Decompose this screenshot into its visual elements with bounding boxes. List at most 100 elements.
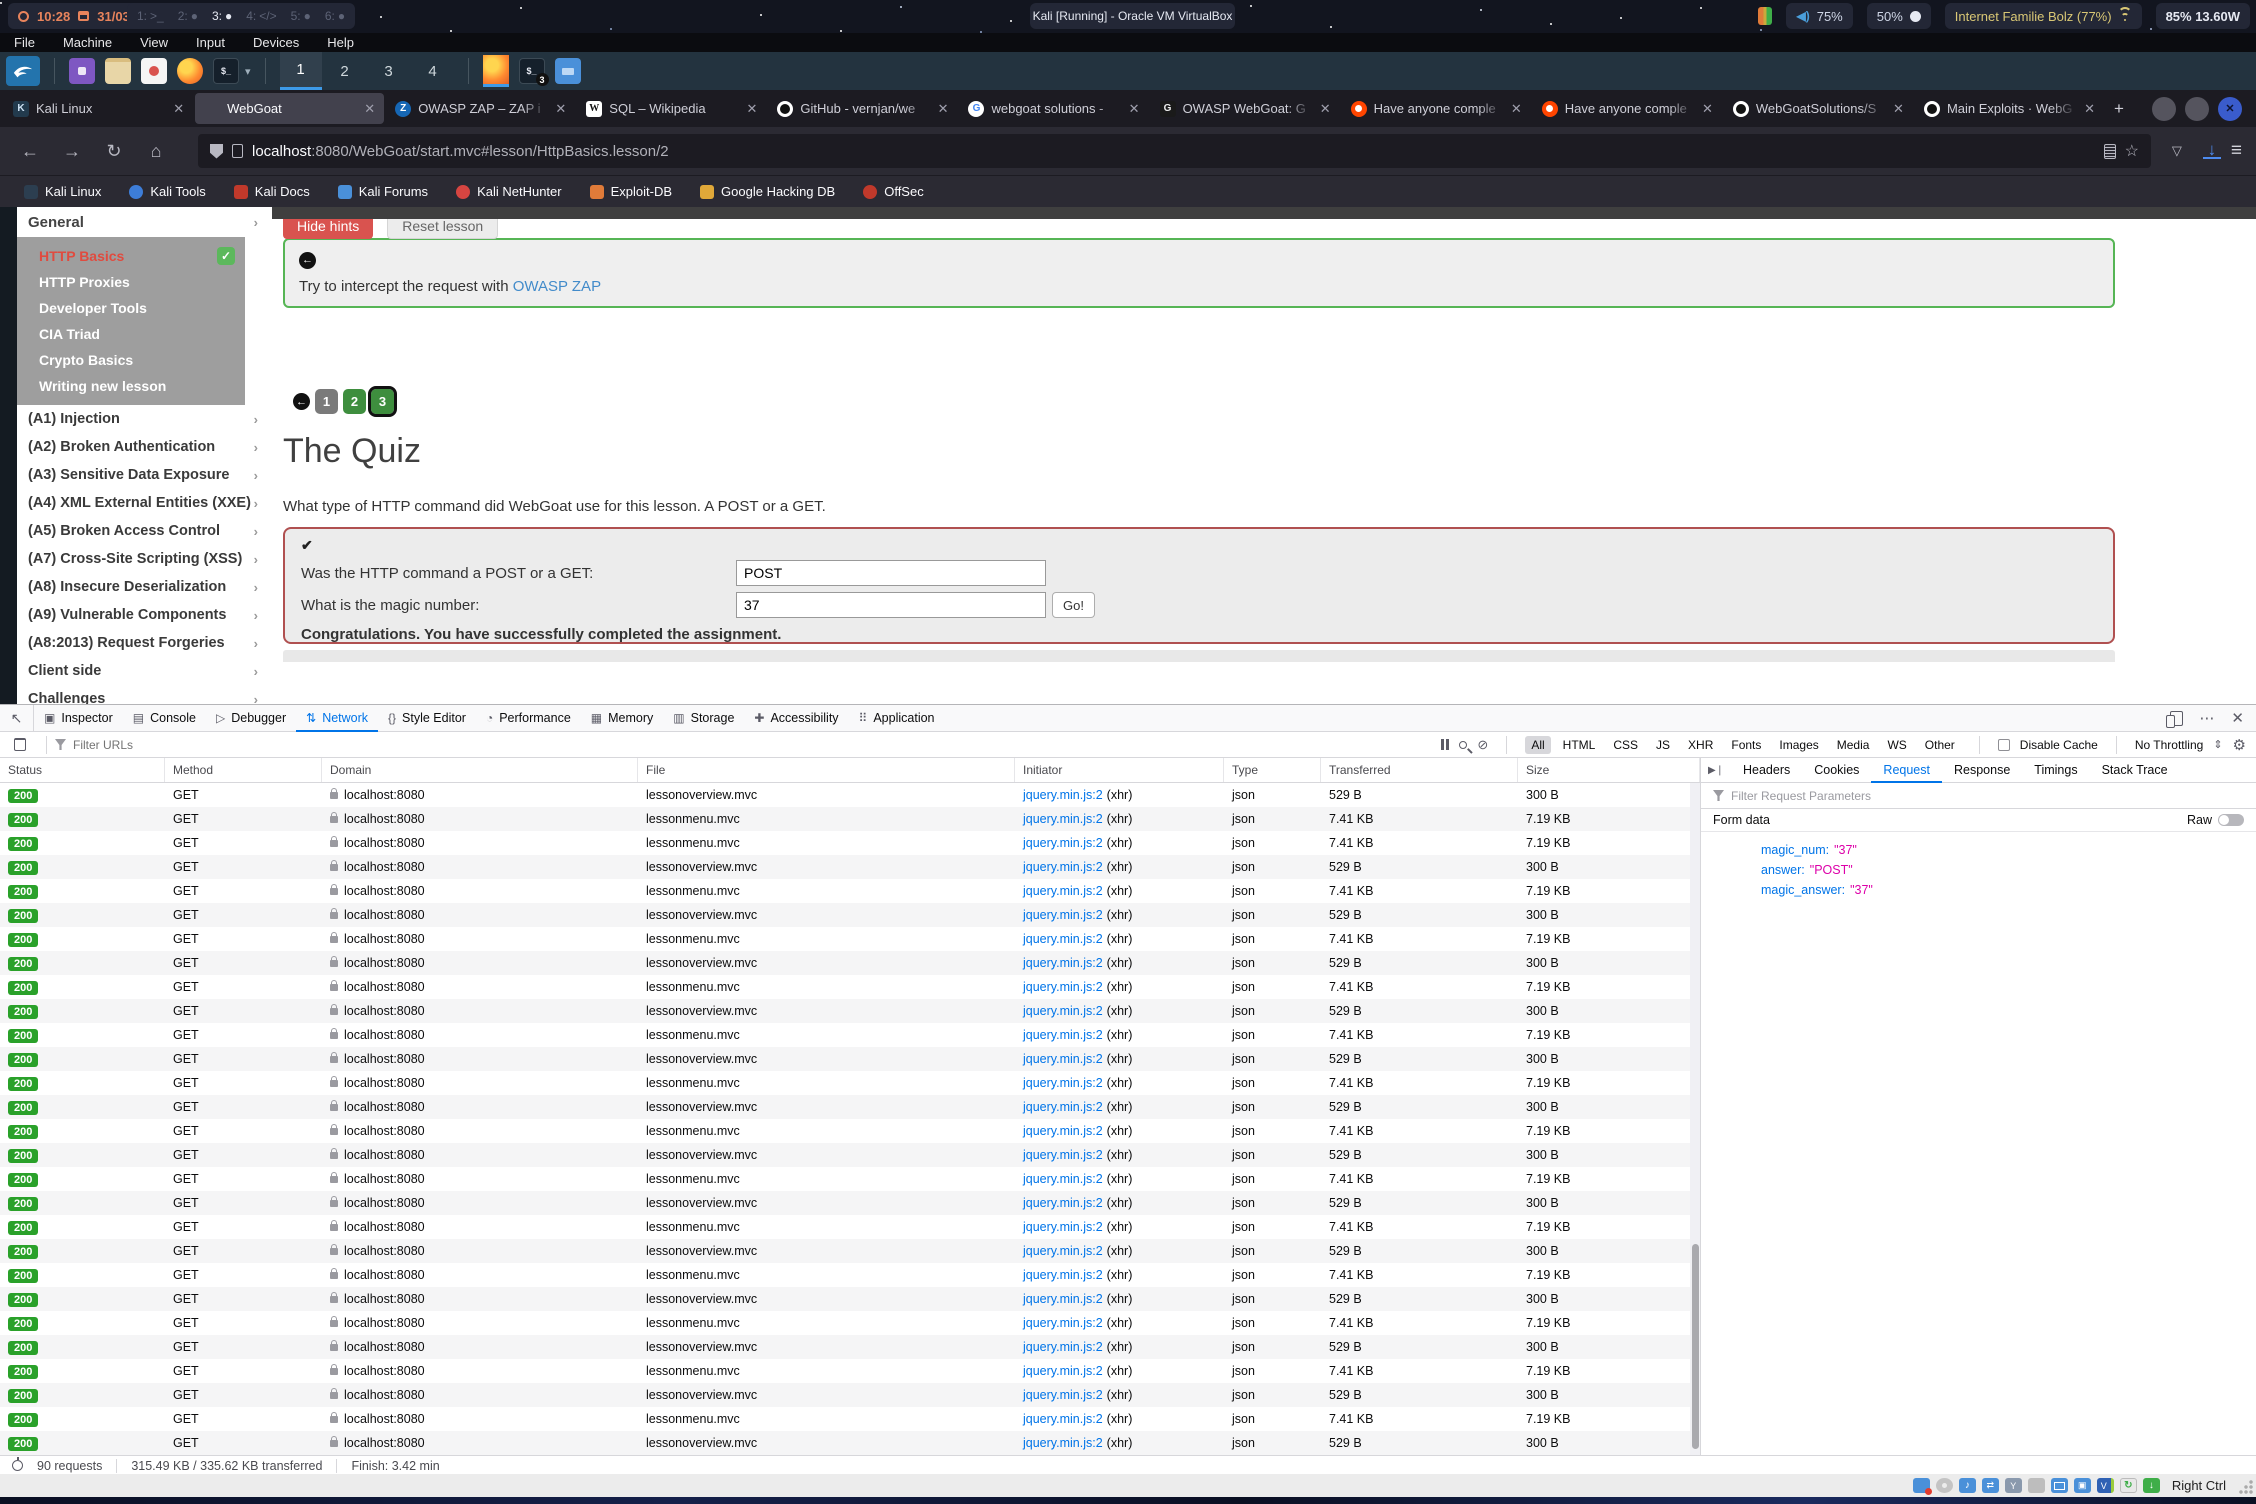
block-icon[interactable]: ⊘ <box>1477 737 1488 753</box>
table-row[interactable]: 200 GET localhost:8080 lessonoverview.mv… <box>0 903 1690 927</box>
devtool-tab[interactable]: Accessibility <box>744 705 848 732</box>
devtool-tab[interactable]: Memory <box>581 705 664 732</box>
bookmark-item[interactable]: Kali Docs <box>234 184 310 199</box>
sidebar-category[interactable]: (A3) Sensitive Data Exposure › <box>17 461 272 489</box>
extension-shield-icon[interactable]: ▽ <box>2161 143 2193 159</box>
col-file[interactable]: File <box>638 758 1015 782</box>
lesson-item[interactable]: CIA Triad ✓ <box>17 321 245 347</box>
maximize-button[interactable] <box>2185 97 2209 121</box>
filter-params-input[interactable]: Filter Request Parameters <box>1701 783 2256 809</box>
chevron-down-icon[interactable]: ▾ <box>245 65 251 78</box>
page-button[interactable]: 3 <box>371 389 394 414</box>
sidebar-category[interactable]: (A1) Injection › <box>17 405 272 433</box>
network-icon[interactable] <box>1982 1478 1999 1493</box>
hdd-icon[interactable] <box>1913 1478 1930 1493</box>
table-row[interactable]: 200 GET localhost:8080 lessonmenu.mvc jq… <box>0 1023 1690 1047</box>
workspace-item[interactable]: 3:● <box>212 9 232 23</box>
new-tab-button[interactable]: + <box>2104 99 2134 119</box>
hint-prev-icon[interactable]: ← <box>299 252 316 269</box>
tracking-shield-icon[interactable] <box>210 144 223 159</box>
tab-close-icon[interactable]: ✕ <box>1893 101 1904 117</box>
bookmark-item[interactable]: Google Hacking DB <box>700 184 835 199</box>
home-button[interactable]: ⌂ <box>140 141 172 162</box>
sidebar-category[interactable]: (A7) Cross-Site Scripting (XSS) › <box>17 545 272 573</box>
audio-icon[interactable] <box>1959 1478 1976 1493</box>
browser-tab[interactable]: GitHub - vernjan/we ✕ <box>768 93 957 124</box>
sidebar-item-general[interactable]: General › <box>17 207 272 237</box>
filter-urls-input[interactable]: Filter URLs <box>73 738 133 752</box>
table-row[interactable]: 200 GET localhost:8080 lessonmenu.mvc jq… <box>0 807 1690 831</box>
workspace-button[interactable]: 3 <box>368 52 410 90</box>
browser-tab[interactable]: WebGoat ✕ <box>195 93 384 124</box>
initiator-link[interactable]: jquery.min.js:2 <box>1023 1028 1103 1042</box>
col-size[interactable]: Size <box>1518 758 1700 782</box>
workspace-item[interactable]: 2:● <box>178 9 198 23</box>
tab-close-icon[interactable]: ✕ <box>938 101 949 117</box>
workspace-button[interactable]: 2 <box>324 52 366 90</box>
table-row[interactable]: 200 GET localhost:8080 lessonmenu.mvc jq… <box>0 1071 1690 1095</box>
tab-close-icon[interactable]: ✕ <box>555 101 566 117</box>
type-filter-pill[interactable]: CSS <box>1607 736 1644 754</box>
tab-close-icon[interactable]: ✕ <box>1702 101 1713 117</box>
tab-close-icon[interactable]: ✕ <box>1129 101 1140 117</box>
page-back-icon[interactable]: ← <box>293 393 310 410</box>
initiator-link[interactable]: jquery.min.js:2 <box>1023 1220 1103 1234</box>
throttling-dropdown[interactable]: No Throttling <box>2135 738 2203 752</box>
table-row[interactable]: 200 GET localhost:8080 lessonoverview.mv… <box>0 1047 1690 1071</box>
bookmark-star-icon[interactable]: ☆ <box>2125 141 2139 161</box>
initiator-link[interactable]: jquery.min.js:2 <box>1023 788 1103 802</box>
initiator-link[interactable]: jquery.min.js:2 <box>1023 1340 1103 1354</box>
initiator-link[interactable]: jquery.min.js:2 <box>1023 932 1103 946</box>
devtool-tab[interactable]: Debugger <box>206 705 296 732</box>
go-button[interactable]: Go! <box>1052 592 1095 618</box>
tab-close-icon[interactable]: ✕ <box>2084 101 2095 117</box>
lesson-item[interactable]: HTTP Basics ✓ <box>17 243 245 269</box>
disable-cache-label[interactable]: Disable Cache <box>2020 738 2098 752</box>
kali-menu-button[interactable] <box>6 56 40 86</box>
table-row[interactable]: 200 GET localhost:8080 lessonoverview.mv… <box>0 1143 1690 1167</box>
browser-tab[interactable]: OWASP WebGoat: G ✕ <box>1151 93 1340 124</box>
initiator-link[interactable]: jquery.min.js:2 <box>1023 1292 1103 1306</box>
initiator-link[interactable]: jquery.min.js:2 <box>1023 1004 1103 1018</box>
devtools-menu-icon[interactable]: ⋯ <box>2199 709 2215 727</box>
detail-tab[interactable]: Cookies <box>1802 758 1871 783</box>
type-filter-pill[interactable]: Images <box>1773 736 1824 754</box>
devtool-tab[interactable]: Style Editor <box>378 705 476 732</box>
table-row[interactable]: 200 GET localhost:8080 lessonoverview.mv… <box>0 855 1690 879</box>
lesson-item[interactable]: Developer Tools ✓ <box>17 295 245 321</box>
sidebar-category[interactable]: (A9) Vulnerable Components › <box>17 601 272 629</box>
pause-icon[interactable] <box>1441 739 1449 750</box>
col-transferred[interactable]: Transferred <box>1321 758 1518 782</box>
table-row[interactable]: 200 GET localhost:8080 lessonoverview.mv… <box>0 1095 1690 1119</box>
fit-icon[interactable] <box>2143 1478 2160 1493</box>
initiator-link[interactable]: jquery.min.js:2 <box>1023 1412 1103 1426</box>
browser-tab[interactable]: webgoat solutions - ✕ <box>959 93 1148 124</box>
devtool-tab[interactable]: Inspector <box>34 705 123 732</box>
form-data-section[interactable]: Form data Raw <box>1701 809 2256 832</box>
sidebar-category[interactable]: Client side › <box>17 657 272 685</box>
form-param[interactable]: magic_answer:"37" <box>1761 880 2256 900</box>
display-icon[interactable] <box>2051 1478 2068 1493</box>
firefox-launcher-icon[interactable] <box>177 58 203 84</box>
initiator-link[interactable]: jquery.min.js:2 <box>1023 812 1103 826</box>
browser-tab[interactable]: Have anyone comple ✕ <box>1342 93 1531 124</box>
site-info-icon[interactable] <box>232 144 243 158</box>
initiator-link[interactable]: jquery.min.js:2 <box>1023 1436 1103 1450</box>
initiator-link[interactable]: jquery.min.js:2 <box>1023 1268 1103 1282</box>
tab-close-icon[interactable]: ✕ <box>1320 101 1331 117</box>
workspace-button[interactable]: 1 <box>280 52 322 90</box>
bookmark-item[interactable]: Kali Tools <box>129 184 205 199</box>
menu-item[interactable]: File <box>14 35 35 50</box>
menu-item[interactable]: Help <box>327 35 354 50</box>
initiator-link[interactable]: jquery.min.js:2 <box>1023 884 1103 898</box>
bookmark-item[interactable]: Kali NetHunter <box>456 184 562 199</box>
initiator-link[interactable]: jquery.min.js:2 <box>1023 1124 1103 1138</box>
browser-tab[interactable]: OWASP ZAP – ZAP i ✕ <box>386 93 575 124</box>
page-button[interactable]: 2 <box>343 389 366 414</box>
table-row[interactable]: 200 GET localhost:8080 lessonoverview.mv… <box>0 999 1690 1023</box>
sidebar-category[interactable]: (A5) Broken Access Control › <box>17 517 272 545</box>
devtools-close-icon[interactable]: ✕ <box>2231 709 2244 727</box>
bookmark-item[interactable]: Kali Forums <box>338 184 428 199</box>
detail-tab[interactable]: Response <box>1942 758 2022 783</box>
reader-mode-icon[interactable] <box>2104 144 2116 159</box>
